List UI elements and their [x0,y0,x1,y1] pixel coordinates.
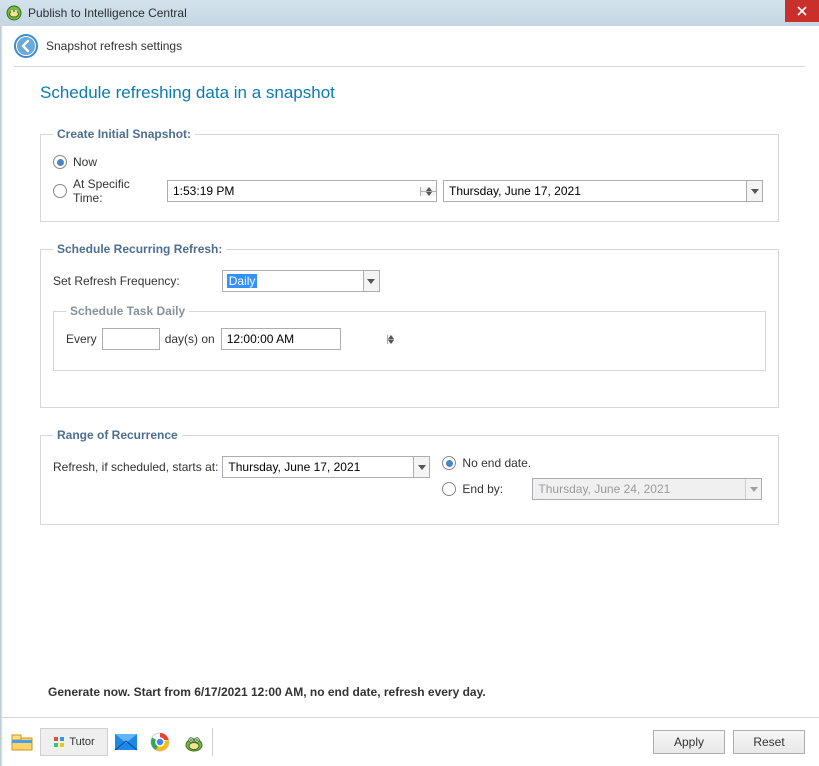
chrome-icon[interactable] [144,728,176,756]
end-by-arrow-icon [745,479,761,499]
radio-row-specific-time: At Specific Time: [53,177,766,205]
start-date-input[interactable] [223,457,413,477]
range-of-recurrence-group: Range of Recurrence Refresh, if schedule… [40,428,779,525]
radio-row-now: Now [53,155,766,169]
create-initial-legend: Create Initial Snapshot: [53,127,195,141]
schedule-recurring-group: Schedule Recurring Refresh: Set Refresh … [40,242,779,408]
radio-at-specific-time[interactable] [53,184,67,198]
create-initial-snapshot-group: Create Initial Snapshot: Now At Specific… [40,127,779,222]
close-icon [797,6,807,16]
file-explorer-icon[interactable] [6,728,38,756]
end-by-date-input [533,479,745,499]
specific-date-input[interactable] [444,181,746,201]
main-content: Schedule refreshing data in a snapshot C… [0,83,819,685]
apply-button[interactable]: Apply [653,730,725,754]
spinner-down-icon[interactable] [421,192,436,196]
spinner-down-icon[interactable] [388,340,394,344]
bottom-bar: Tutor Apply Reset [0,728,819,766]
specific-date-field[interactable] [443,180,763,202]
daily-legend: Schedule Task Daily [66,304,189,318]
frequency-dropdown[interactable]: Daily [222,270,380,292]
radio-now-label: Now [73,155,97,169]
schedule-task-daily-group: Schedule Task Daily Every day(s) on [53,304,766,371]
taskbar-icons: Tutor [6,728,210,756]
no-end-date-label: No end date. [462,456,531,470]
radio-specific-label: At Specific Time: [73,177,161,205]
end-by-date-field [532,478,762,500]
page-subtitle: Snapshot refresh settings [46,39,182,53]
range-legend: Range of Recurrence [53,428,182,442]
daily-time-field[interactable] [221,328,341,350]
specific-time-field[interactable] [167,180,437,202]
summary-text: Generate now. Start from 6/17/2021 12:00… [0,685,819,709]
mail-icon[interactable] [110,728,142,756]
window-title: Publish to Intelligence Central [28,6,187,20]
frequency-value: Daily [227,274,258,288]
separator [212,728,213,756]
back-button[interactable] [14,34,38,58]
title-bar: Publish to Intelligence Central [0,0,819,26]
page-heading: Schedule refreshing data in a snapshot [40,83,779,103]
frequency-arrow-icon[interactable] [363,271,379,291]
breadcrumb: Snapshot refresh settings [0,26,819,66]
radio-no-end-date[interactable] [442,456,456,470]
days-number-field[interactable] [102,328,160,350]
date-dropdown-arrow-icon[interactable] [746,181,762,201]
specific-time-input[interactable] [168,181,420,201]
recurring-legend: Schedule Recurring Refresh: [53,242,226,256]
days-unit-label: day(s) on [165,332,215,346]
daily-time-input[interactable] [222,329,387,349]
close-button[interactable] [785,0,819,22]
divider [0,717,819,718]
start-date-field[interactable] [222,456,430,478]
daily-time-spinner[interactable] [387,335,394,344]
every-label: Every [66,332,97,346]
radio-end-by[interactable] [442,482,456,496]
time-spinner[interactable] [420,187,436,196]
frequency-label: Set Refresh Frequency: [53,274,180,288]
divider [14,66,805,67]
radio-now[interactable] [53,155,67,169]
tutorial-taskbar-button[interactable]: Tutor [40,728,108,756]
reset-button[interactable]: Reset [733,730,805,754]
toad-icon[interactable] [178,728,210,756]
start-date-arrow-icon[interactable] [413,457,429,477]
starts-at-label: Refresh, if scheduled, starts at: [53,456,218,474]
tutorial-label: Tutor [69,736,94,748]
frequency-row: Set Refresh Frequency: Daily [53,270,766,292]
end-by-label: End by: [462,482,532,496]
app-logo-icon [6,5,22,21]
